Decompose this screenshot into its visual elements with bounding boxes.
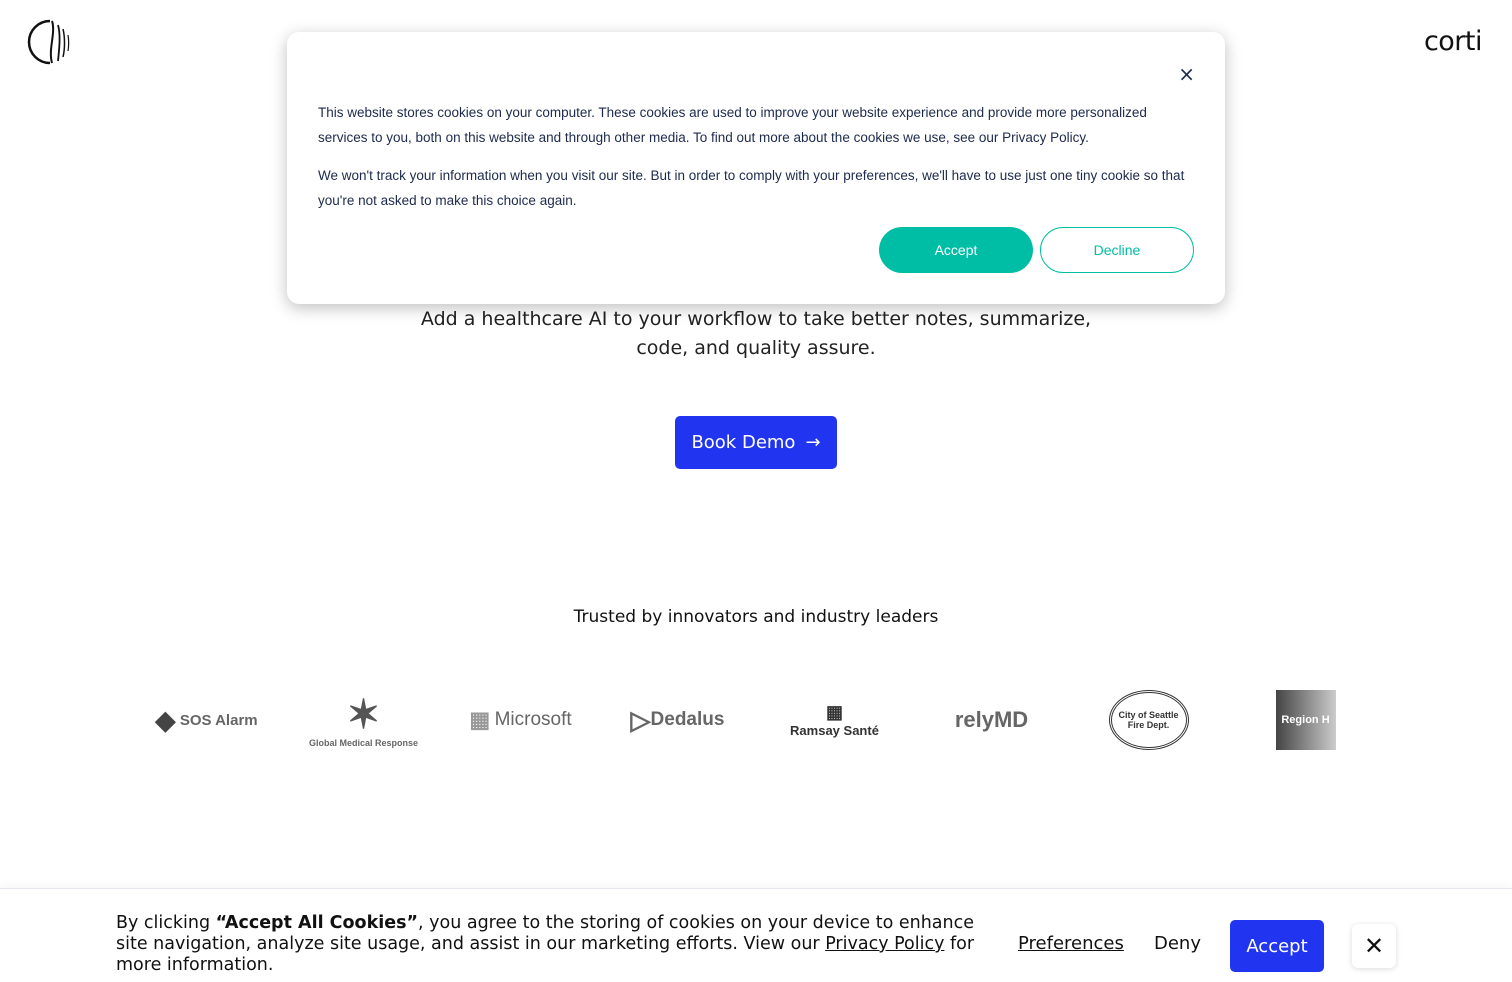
arrow-right-icon: →	[805, 432, 821, 453]
cookie-banner: By clicking “Accept All Cookies”, you ag…	[0, 888, 1512, 982]
preferences-button[interactable]: Preferences	[1018, 933, 1124, 954]
trusted-heading: Trusted by innovators and industry leade…	[573, 607, 939, 627]
modal-accept-button[interactable]: Accept	[879, 227, 1033, 273]
logo-ramsay-sante: ▦ Ramsay Santé	[790, 702, 879, 738]
logo-dedalus: ▷ Dedalus	[630, 704, 725, 735]
logo-microsoft: ▦ Microsoft	[469, 707, 572, 732]
logo-region-h: Region H	[1229, 690, 1382, 750]
logo-relymd: relyMD	[954, 707, 1029, 732]
cookie-modal: × This website stores cookies on your co…	[287, 32, 1225, 304]
logo-global-medical-response: ✶ Global Medical Response	[308, 693, 419, 748]
book-demo-label: Book Demo	[691, 432, 796, 453]
privacy-policy-link[interactable]: Privacy Policy	[825, 934, 944, 954]
corti-wordmark[interactable]: corti	[1424, 26, 1483, 57]
banner-close-icon[interactable]: ✕	[1352, 924, 1396, 968]
deny-button[interactable]: Deny	[1154, 933, 1201, 954]
partner-logos: ◆ SOS Alarm ✶ Global Medical Response ▦ M…	[130, 680, 1382, 760]
banner-accept-button[interactable]: Accept	[1230, 920, 1324, 972]
logo-seattle-fire-dept: City of Seattle Fire Dept.	[1072, 690, 1225, 750]
modal-close-button[interactable]: ×	[1178, 62, 1195, 86]
modal-text-1: This website stores cookies on your comp…	[318, 105, 1147, 145]
modal-text-2: We won't track your information when you…	[318, 168, 1185, 208]
hero-subtitle: Add a healthcare AI to your workflow to …	[420, 308, 1092, 359]
modal-decline-button[interactable]: Decline	[1040, 227, 1194, 273]
corti-logo-icon[interactable]	[26, 19, 74, 67]
logo-sos-alarm: ◆ SOS Alarm	[155, 704, 258, 735]
book-demo-button[interactable]: Book Demo →	[675, 416, 837, 469]
banner-text: By clicking “Accept All Cookies”, you ag…	[116, 913, 975, 975]
